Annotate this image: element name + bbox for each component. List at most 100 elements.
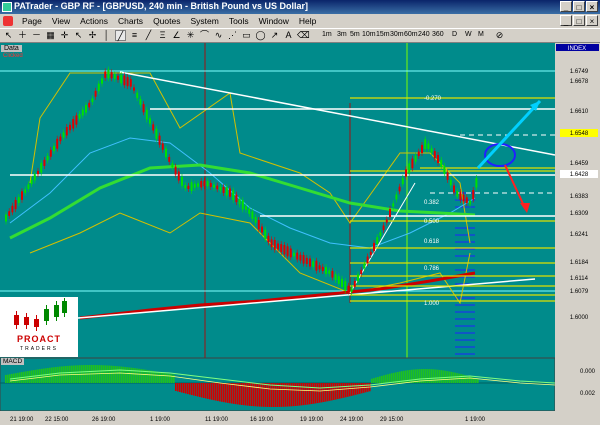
candle-body (213, 184, 215, 188)
macd-bar (109, 365, 111, 383)
candle-body (257, 220, 260, 230)
macd-bar (101, 365, 103, 383)
curve-icon[interactable]: ∿ (213, 30, 224, 41)
tf-60m[interactable]: 60m (404, 31, 418, 38)
menu-tools[interactable]: Tools (224, 16, 254, 26)
menu-view[interactable]: View (47, 16, 75, 26)
zoom-in-icon[interactable]: ＋ (17, 30, 28, 41)
candle-body (296, 252, 299, 260)
menu-page[interactable]: Page (17, 16, 47, 26)
cursor-icon[interactable]: ↖ (3, 30, 14, 41)
candle-body (360, 269, 363, 275)
child-restore-icon[interactable]: □ (573, 15, 585, 26)
chart-area[interactable]: -0.270 0.382 0.500 0.618 0.786 1.000 21 … (0, 43, 600, 425)
eraser-icon[interactable]: ⌫ (297, 30, 310, 41)
tf-3m[interactable]: 3m (337, 31, 347, 38)
menu-actions[interactable]: Actions (75, 16, 113, 26)
candle-body (456, 190, 459, 197)
candle-body (309, 258, 311, 267)
tf-daily[interactable]: D (452, 31, 457, 38)
ellipse-icon[interactable]: ◯ (255, 30, 266, 41)
candle-body (30, 180, 33, 185)
candle-body (62, 132, 65, 138)
candle-body (366, 256, 369, 264)
zoom-out-icon[interactable]: － (31, 30, 42, 41)
pan-icon[interactable]: ✢ (87, 30, 98, 41)
arrow-icon[interactable]: ↗ (269, 30, 280, 41)
tf-10m[interactable]: 10m (362, 31, 376, 38)
candle-body (443, 165, 446, 174)
candle-body (200, 180, 203, 188)
channel-icon[interactable]: ╱ (143, 30, 154, 41)
maximize-icon[interactable]: □ (573, 1, 585, 12)
macd-label: MACD (1, 358, 25, 365)
macd-bar (169, 373, 171, 383)
candle-body (133, 87, 135, 91)
macd-bar (279, 383, 281, 407)
candle-body (433, 151, 436, 159)
macd-bar (183, 383, 185, 394)
child-close-icon[interactable]: × (586, 15, 598, 26)
vertical-line-icon[interactable]: │ (101, 30, 112, 41)
text-icon[interactable]: A (283, 30, 294, 41)
candle-body (81, 109, 84, 116)
candle-body (437, 155, 439, 163)
grid-icon[interactable]: ▦ (45, 30, 56, 41)
logo-name: PROACT (17, 334, 61, 344)
candle-body (289, 248, 292, 258)
child-minimize-icon[interactable]: _ (560, 15, 572, 26)
price-label: 1.6749 (570, 69, 589, 75)
arc-icon[interactable]: ⌒ (199, 30, 210, 41)
data-panel-label[interactable]: Data (1, 45, 22, 52)
fibonacci-icon[interactable]: Ξ (157, 30, 168, 41)
price-chart[interactable]: -0.270 0.382 0.500 0.618 0.786 1.000 21 … (0, 43, 600, 425)
tf-15m[interactable]: 15m (376, 31, 390, 38)
tf-monthly[interactable]: M (478, 31, 484, 38)
candle-body (27, 184, 30, 189)
menu-window[interactable]: Window (254, 16, 294, 26)
parallel-lines-icon[interactable]: ≡ (129, 30, 140, 41)
minimize-icon[interactable]: _ (560, 1, 572, 12)
candle-body (261, 226, 263, 233)
macd-bar (445, 370, 447, 383)
candle-body (241, 200, 244, 210)
macd-bar (159, 372, 161, 383)
candle-body (475, 178, 478, 188)
macd-bar (265, 383, 267, 407)
candle-body (347, 285, 350, 292)
menu-help[interactable]: Help (294, 16, 321, 26)
macd-bar (347, 383, 349, 397)
crosshair-icon[interactable]: ✛ (59, 30, 70, 41)
close-icon[interactable]: × (586, 1, 598, 12)
candle-body (411, 158, 414, 169)
candle-body (373, 242, 375, 252)
tf-240[interactable]: 240 (418, 31, 430, 38)
candle-body (421, 144, 423, 154)
tf-30m[interactable]: 30m (390, 31, 404, 38)
menu-quotes[interactable]: Quotes (148, 16, 185, 26)
macd-bar (133, 367, 135, 383)
candle-body (91, 98, 94, 103)
pointer-icon[interactable]: ↖ (73, 30, 84, 41)
macd-bar (387, 374, 389, 383)
tf-5m[interactable]: 5m (350, 31, 360, 38)
gann-icon[interactable]: ✳ (185, 30, 196, 41)
angle-icon[interactable]: ∠ (171, 30, 182, 41)
macd-bar (219, 383, 221, 402)
settings-icon[interactable]: ⊘ (494, 30, 505, 41)
tf-1m[interactable]: 1m (322, 31, 332, 38)
document-icon[interactable] (3, 16, 13, 26)
tf-weekly[interactable]: W (465, 31, 472, 38)
fan-icon[interactable]: ⋰ (227, 30, 238, 41)
trendline-icon[interactable]: ╱ (115, 30, 126, 41)
menu-charts[interactable]: Charts (113, 16, 148, 26)
candle-body (171, 163, 174, 168)
tf-360[interactable]: 360 (432, 31, 444, 38)
rectangle-icon[interactable]: ▭ (241, 30, 252, 41)
candle-body (369, 251, 372, 255)
menu-system[interactable]: System (185, 16, 223, 26)
candle-body (334, 274, 337, 281)
candle-body (414, 155, 417, 162)
candle-body (174, 166, 177, 175)
candle-body (88, 102, 91, 108)
